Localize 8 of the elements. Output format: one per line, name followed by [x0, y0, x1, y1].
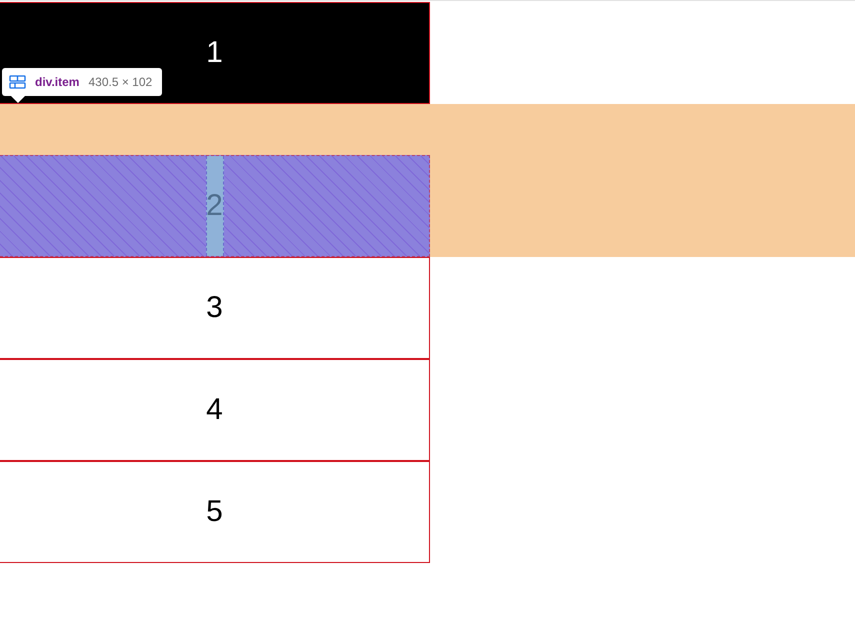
element-selector: div.item [35, 74, 80, 91]
item-number: 4 [206, 395, 223, 425]
item-number: 1 [206, 38, 223, 68]
item-number: 3 [206, 293, 223, 323]
flex-layout-icon [9, 75, 26, 89]
item-number: 2 [206, 191, 223, 221]
element-size: 430.5 × 102 [88, 74, 152, 91]
item-number: 5 [206, 497, 223, 527]
